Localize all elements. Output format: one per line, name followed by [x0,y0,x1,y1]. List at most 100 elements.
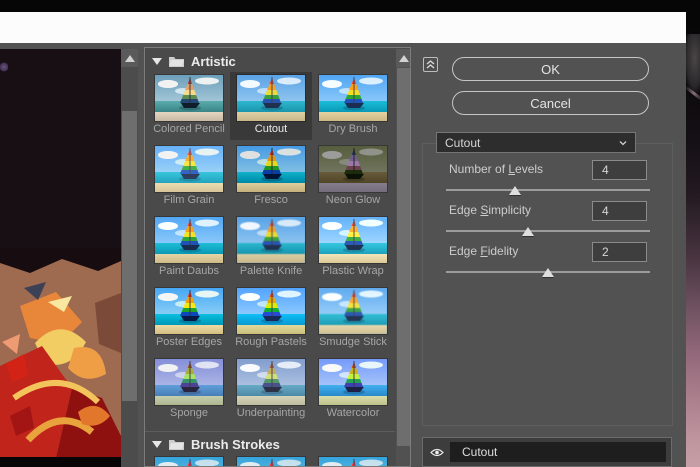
chevron-down-icon [619,139,627,147]
brush-strokes-thumb-3[interactable] [319,457,387,467]
filter-thumb-underpainting[interactable]: Underpainting [230,356,312,424]
edge-simplicity-slider-thumb[interactable] [522,227,534,236]
filter-thumb-label: Paint Daubs [159,265,219,277]
arrow-up-icon [399,55,409,62]
filter-thumb-label: Cutout [255,123,287,135]
folder-icon [168,438,185,450]
window-title-strip [0,12,686,43]
preview-artifact [0,62,8,72]
rough-pastels-thumbnail-image [237,288,305,334]
scroll-up-button[interactable] [121,49,138,67]
collapse-triangle-icon [152,441,162,448]
fresco-thumbnail-image [237,146,305,192]
group-header-brush-strokes[interactable]: Brush Strokes [145,434,395,454]
filter-gallery-screen: Artistic Colored Pencil Cutout Dry Brush… [0,0,700,467]
desktop-background-photo [686,0,700,467]
filter-thumb-label: Poster Edges [156,336,222,348]
palette-knife-thumbnail-image [237,217,305,263]
ok-button[interactable]: OK [452,57,649,81]
folder-icon [168,55,185,67]
filter-thumb-label: Dry Brush [329,123,378,135]
filter-thumb-fresco[interactable]: Fresco [230,143,312,211]
effect-row-label: Cutout [462,445,497,459]
number-of-levels-slider-track[interactable] [446,189,650,191]
edge-simplicity-label: Edge Simplicity [449,203,531,217]
number-of-levels-label: Number of Levels [449,162,543,176]
smudge-stick-thumbnail-image [319,288,387,334]
dry-brush-thumbnail-image [319,75,387,121]
film-grain-thumbnail-image [155,146,223,192]
plastic-wrap-thumbnail-image [319,217,387,263]
preview-bottom-gap [0,457,121,467]
arrow-up-icon [125,55,135,62]
filter-thumb-dry-brush[interactable]: Dry Brush [312,72,394,140]
collapse-triangle-icon [152,58,162,65]
cancel-button[interactable]: Cancel [452,91,649,115]
collapse-panel-button[interactable] [423,57,438,72]
group-header-artistic[interactable]: Artistic [145,51,395,71]
filter-gallery-dialog: Artistic Colored Pencil Cutout Dry Brush… [0,43,686,467]
group-separator [145,431,395,432]
filter-thumb-sponge[interactable]: Sponge [148,356,230,424]
filter-thumb-label: Film Grain [164,194,215,206]
group-label: Artistic [191,54,236,69]
edge-simplicity-slider-track[interactable] [446,230,650,232]
edge-fidelity-label: Edge Fidelity [449,244,518,258]
applied-effects-list: Cutout [422,437,672,467]
filter-thumb-watercolor[interactable]: Watercolor [312,356,394,424]
colored-pencil-thumbnail-image [155,75,223,121]
filter-thumb-label: Watercolor [327,407,380,419]
filter-options-groupbox [422,143,673,426]
filter-thumb-smudge-stick[interactable]: Smudge Stick [312,285,394,353]
edge-fidelity-value-field[interactable]: 2 [592,242,647,262]
filter-thumb-label: Palette Knife [240,265,302,277]
filter-thumb-rough-pastels[interactable]: Rough Pastels [230,285,312,353]
filter-select-dropdown[interactable]: Cutout [436,132,636,153]
group-label: Brush Strokes [191,437,280,452]
filter-thumb-neon-glow[interactable]: Neon Glow [312,143,394,211]
filter-thumb-label: Smudge Stick [319,336,387,348]
neon-glow-thumbnail-image [319,146,387,192]
preview-scrollbar[interactable] [121,49,138,467]
edge-simplicity-value-field[interactable]: 4 [592,201,647,221]
image-preview-area[interactable] [0,49,121,467]
filter-thumb-colored-pencil[interactable]: Colored Pencil [148,72,230,140]
filter-thumb-cutout[interactable]: Cutout [230,72,312,140]
number-of-levels-value-field[interactable]: 4 [592,160,647,180]
scrollbar-thumb[interactable] [122,111,137,401]
filter-thumbnails-panel: Artistic Colored Pencil Cutout Dry Brush… [144,47,411,467]
brush-strokes-thumb-1[interactable] [155,457,223,467]
filter-thumb-label: Sponge [170,407,208,419]
edge-fidelity-slider-track[interactable] [446,271,650,273]
filter-thumb-plastic-wrap[interactable]: Plastic Wrap [312,214,394,282]
thumbnails-scrollbar[interactable] [396,49,411,467]
eye-icon [430,448,444,457]
number-of-levels-slider-thumb[interactable] [509,186,521,195]
poster-edges-thumbnail-image [155,288,223,334]
brush-strokes-thumb-2[interactable] [237,457,305,467]
underpainting-thumbnail-image [237,359,305,405]
paint-daubs-thumbnail-image [155,217,223,263]
filter-thumb-poster-edges[interactable]: Poster Edges [148,285,230,353]
cutout-thumbnail-image [237,75,305,121]
scrollbar-thumb[interactable] [397,68,410,446]
edge-fidelity-slider-thumb[interactable] [542,268,554,277]
sponge-thumbnail-image [155,359,223,405]
filter-thumb-label: Plastic Wrap [322,265,384,277]
double-chevron-up-icon [426,60,435,69]
filter-thumb-label: Underpainting [237,407,306,419]
filter-thumb-paint-daubs[interactable]: Paint Daubs [148,214,230,282]
scroll-up-button[interactable] [396,49,411,67]
top-black-bar [0,0,700,12]
filter-thumb-label: Rough Pastels [235,336,307,348]
filter-thumb-label: Colored Pencil [153,123,225,135]
filter-thumb-label: Fresco [254,194,288,206]
filter-thumb-film-grain[interactable]: Film Grain [148,143,230,211]
watercolor-thumbnail-image [319,359,387,405]
effect-row-cutout[interactable]: Cutout [450,442,666,462]
cutout-rose-preview [0,248,121,458]
effect-visibility-toggle[interactable] [423,442,450,462]
filter-thumb-label: Neon Glow [326,194,380,206]
filter-select-value: Cutout [445,136,619,150]
filter-thumb-palette-knife[interactable]: Palette Knife [230,214,312,282]
